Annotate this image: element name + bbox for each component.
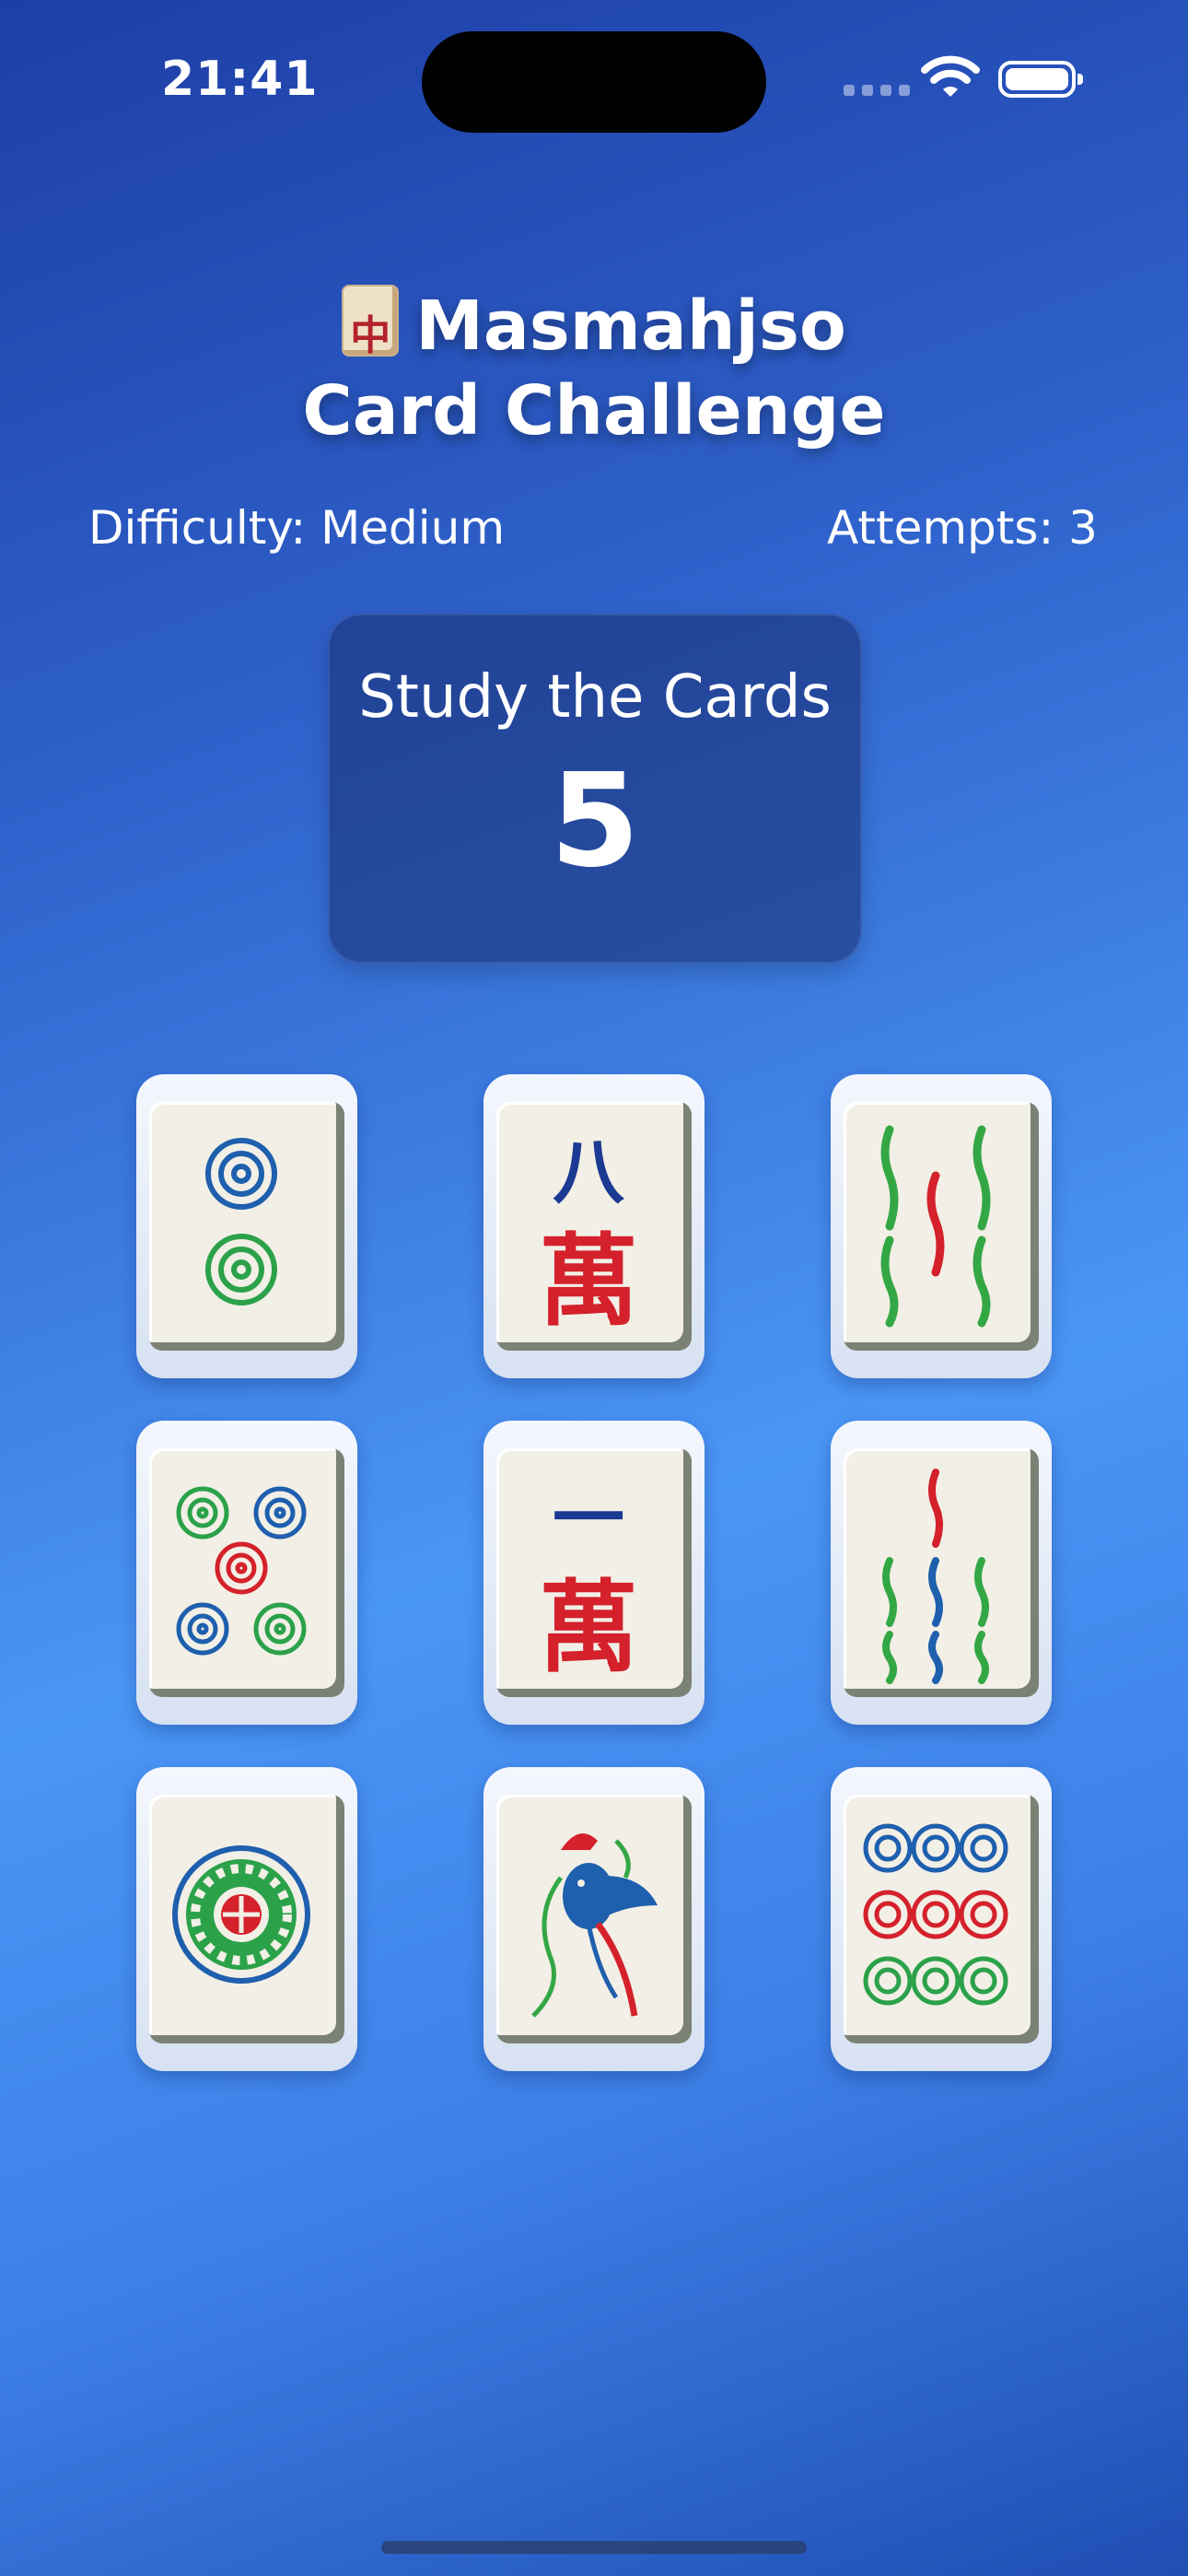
bird-icon <box>531 1833 658 2018</box>
study-timer-card: Study the Cards 5 <box>328 614 862 964</box>
eight-of-characters-tile: 八 萬 <box>496 1102 692 1351</box>
tile-card-4[interactable] <box>136 1421 357 1725</box>
two-of-circles-tile <box>149 1102 344 1351</box>
tile-wan-char: 萬 <box>538 1224 638 1340</box>
tile-wan-char: 萬 <box>538 1570 638 1686</box>
attempts-label: Attempts: 3 <box>827 501 1098 555</box>
tile-card-3[interactable] <box>831 1074 1052 1378</box>
seven-of-bamboo-tile <box>844 1448 1039 1697</box>
dynamic-island <box>422 31 766 133</box>
seven-bamboo-icon <box>882 1469 989 1684</box>
five-bamboo-icon <box>880 1125 991 1328</box>
page-title: Masmahjso Card Challenge <box>0 284 1188 453</box>
one-of-characters-tile: 一 萬 <box>496 1448 692 1697</box>
one-circle-icon <box>172 1845 310 1984</box>
tile-card-2[interactable]: 八 萬 <box>483 1074 705 1378</box>
title-line-1: Masmahjso <box>0 284 1188 379</box>
one-of-bamboo-bird-tile <box>496 1795 692 2043</box>
timer-label: Study the Cards <box>358 663 832 732</box>
timer-countdown: 5 <box>550 746 640 896</box>
mahjong-red-dragon-icon <box>342 285 400 379</box>
five-of-bamboo-tile <box>844 1102 1039 1351</box>
battery-icon <box>998 61 1083 98</box>
tile-card-7[interactable] <box>136 1767 357 2071</box>
title-text-1: Masmahjso <box>415 287 846 366</box>
wifi-icon <box>921 55 980 97</box>
status-time: 21:41 <box>161 52 319 107</box>
five-circles-icon <box>176 1486 307 1656</box>
two-circles-icon <box>205 1138 277 1306</box>
home-indicator[interactable] <box>381 2541 807 2554</box>
tile-card-8[interactable] <box>483 1767 705 2071</box>
nine-circles-icon <box>863 1823 1008 2006</box>
one-of-circles-tile <box>149 1795 344 2043</box>
tile-card-1[interactable] <box>136 1074 357 1378</box>
five-of-circles-tile <box>149 1448 344 1697</box>
tile-card-6[interactable] <box>831 1421 1052 1725</box>
tile-card-9[interactable] <box>831 1767 1052 2071</box>
title-line-2: Card Challenge <box>302 371 886 451</box>
tile-grid: 八 萬 一 萬 <box>136 1074 1052 2071</box>
difficulty-label: Difficulty: Medium <box>88 501 506 555</box>
nine-of-circles-tile <box>844 1795 1039 2043</box>
cellular-signal-icon <box>844 85 910 96</box>
tile-card-5[interactable]: 一 萬 <box>483 1421 705 1725</box>
